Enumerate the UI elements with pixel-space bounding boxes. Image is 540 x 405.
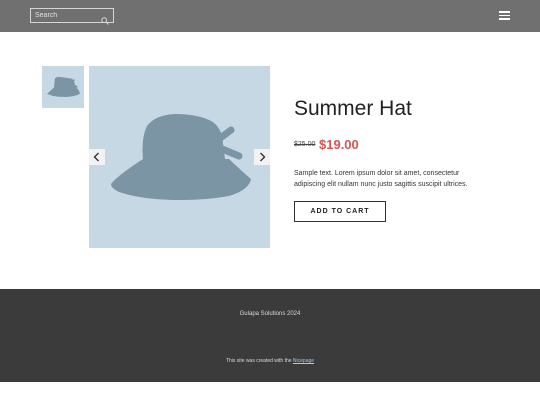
search-input[interactable]: [31, 9, 101, 22]
site-header: [0, 0, 540, 32]
site-footer: Gulapa Solutions 2024 This site was crea…: [0, 289, 540, 382]
product-title: Summer Hat: [294, 97, 412, 120]
credit-text: This site was created with the Nicepage: [0, 358, 540, 364]
original-price: $25.00: [294, 141, 316, 148]
chevron-left-icon: [93, 152, 99, 162]
product-thumbnail[interactable]: [42, 66, 84, 108]
sale-price: $19.00: [319, 137, 359, 152]
product-description: Sample text. Lorem ipsum dolor sit amet,…: [294, 170, 468, 188]
chevron-right-icon: [260, 152, 266, 162]
add-to-cart-button[interactable]: ADD TO CART: [294, 201, 386, 222]
hamburger-menu-icon[interactable]: [499, 11, 511, 21]
search-box[interactable]: [30, 8, 114, 25]
next-image-button[interactable]: [254, 149, 270, 165]
copyright-text: Gulapa Solutions 2024: [239, 311, 301, 317]
product-image: [89, 66, 270, 248]
search-icon[interactable]: [101, 12, 109, 25]
hat-icon: [47, 76, 80, 97]
previous-image-button[interactable]: [89, 149, 105, 165]
nicepage-link[interactable]: Nicepage: [293, 358, 314, 364]
hat-icon: [111, 114, 251, 200]
credit-prefix: This site was created with the: [225, 358, 293, 364]
